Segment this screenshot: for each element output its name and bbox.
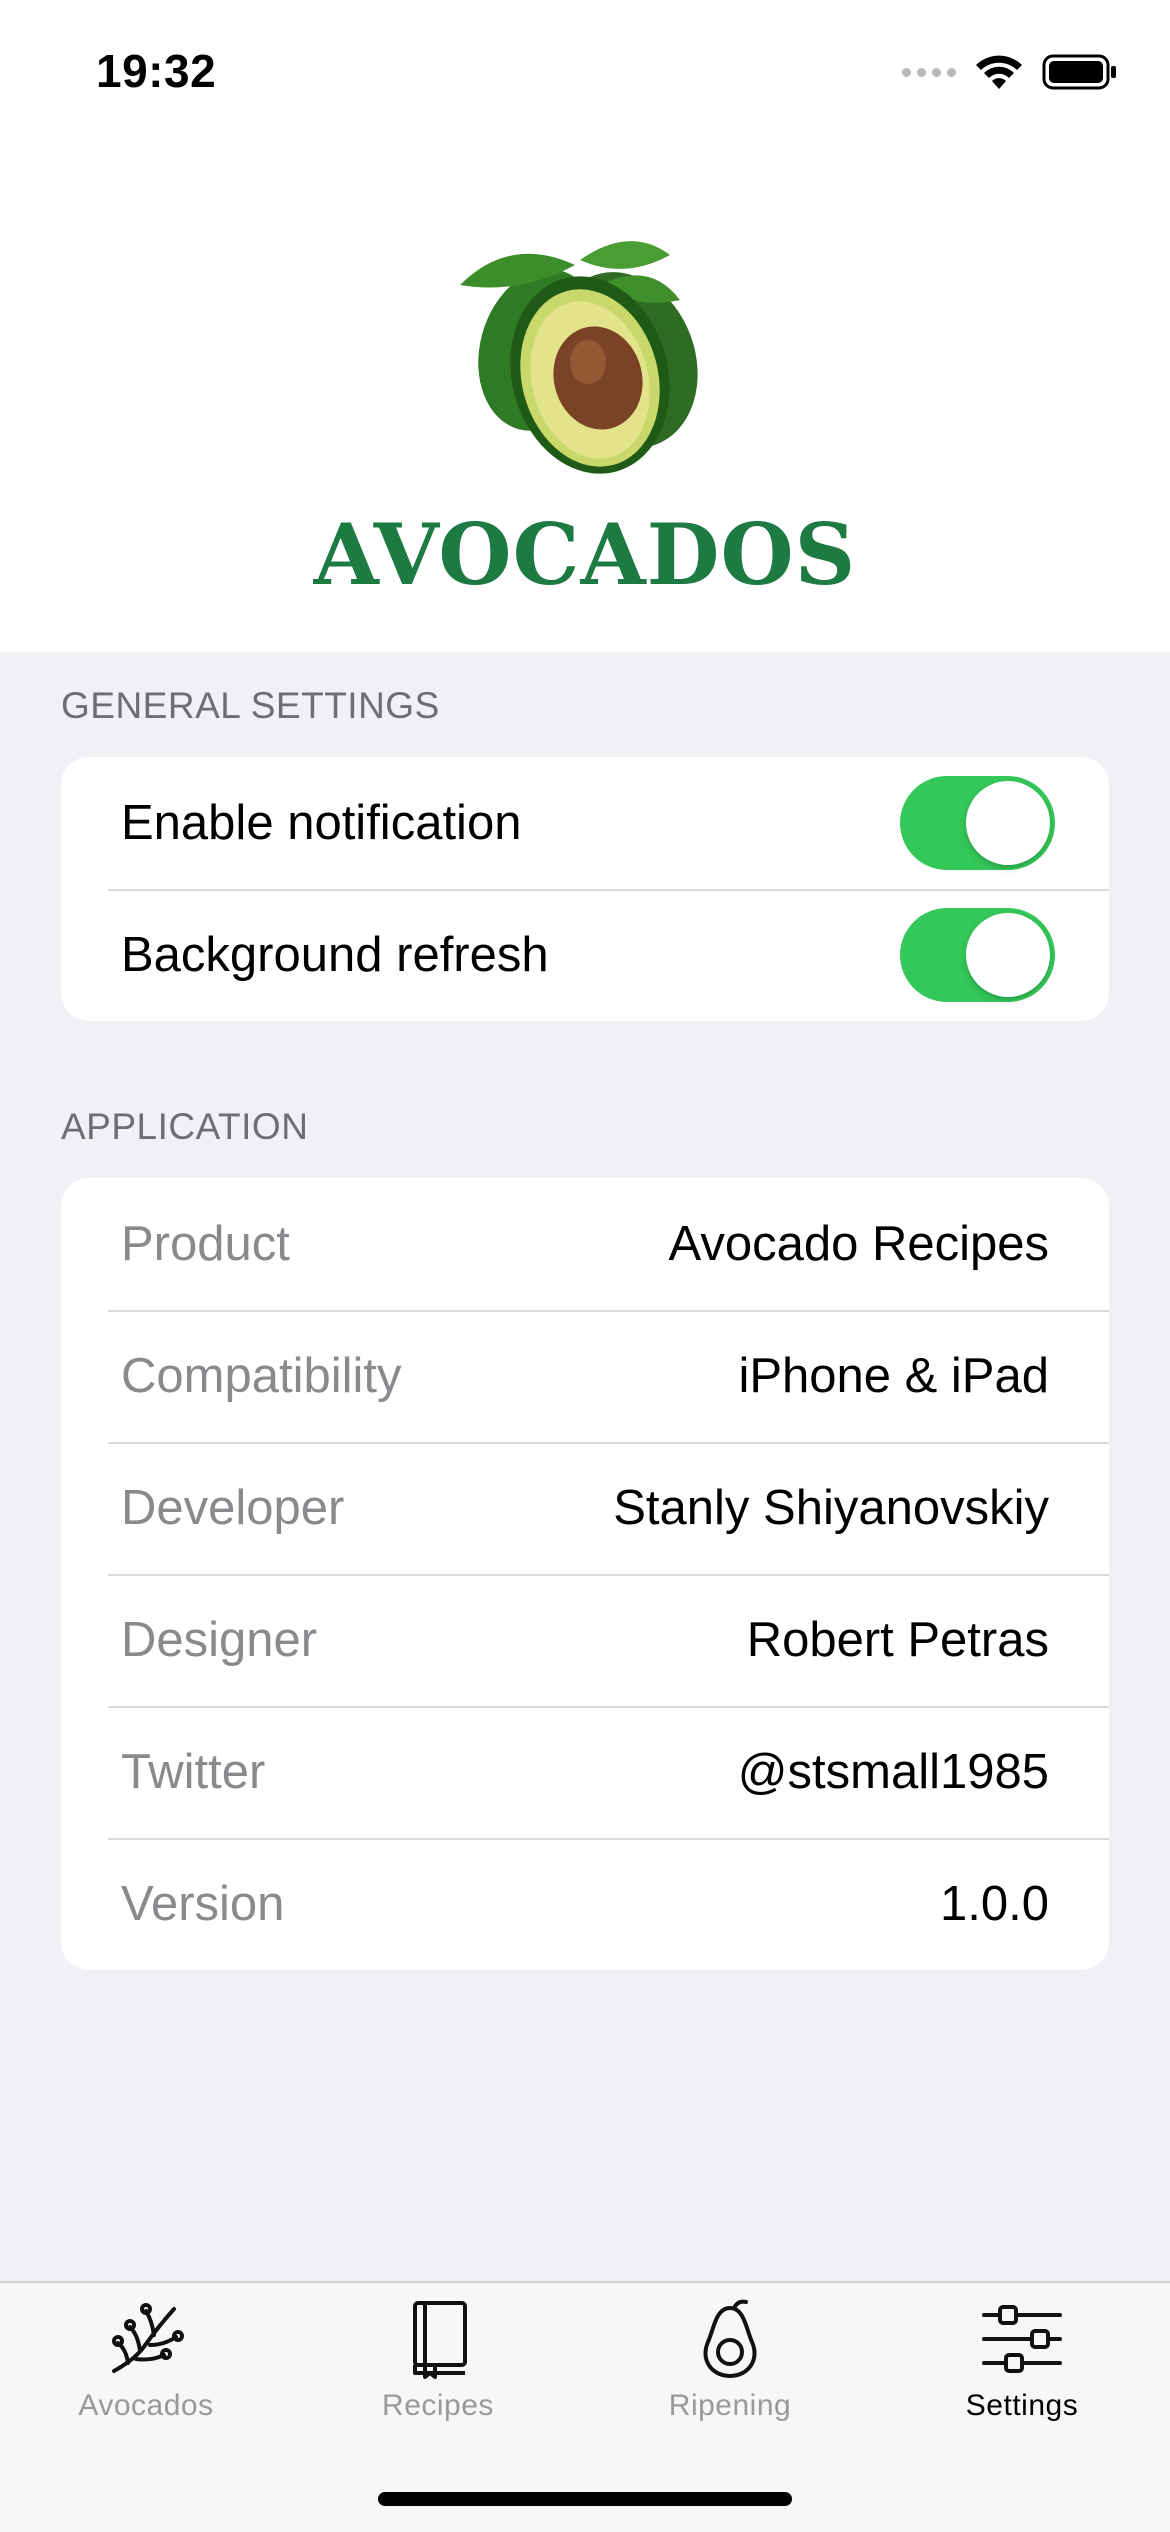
wifi-icon (974, 53, 1024, 91)
notification-label: Enable notification (121, 796, 522, 850)
sliders-icon (980, 2297, 1064, 2381)
tab-avocados[interactable]: Avocados (0, 2283, 292, 2433)
tab-label: Recipes (382, 2389, 494, 2422)
avocado-icon (698, 2297, 762, 2381)
background-refresh-label: Background refresh (121, 928, 549, 982)
tab-label: Avocados (78, 2389, 214, 2422)
avocado-logo (450, 230, 720, 490)
battery-icon (1042, 53, 1118, 91)
status-time: 19:32 (96, 45, 217, 97)
notification-toggle[interactable] (900, 776, 1055, 870)
general-settings-card: Enable notification Background refresh (61, 757, 1109, 1021)
tab-settings[interactable]: Settings (876, 2283, 1168, 2433)
book-icon (403, 2297, 473, 2381)
designer-value: Robert Petras (746, 1613, 1049, 1667)
status-icons (902, 50, 1118, 94)
app-title: AVOCADOS (313, 505, 857, 604)
product-value: Avocado Recipes (668, 1217, 1049, 1271)
compatibility-label: Compatibility (121, 1349, 402, 1403)
compatibility-value: iPhone & iPad (738, 1349, 1049, 1403)
home-indicator (378, 2492, 792, 2506)
info-row-product: Product Avocado Recipes (61, 1178, 1109, 1310)
branch-icon (106, 2297, 186, 2381)
info-row-designer: Designer Robert Petras (61, 1574, 1109, 1706)
section-header-application: APPLICATION (61, 1106, 309, 1147)
product-label: Product (121, 1217, 290, 1271)
background-refresh-row: Background refresh (61, 889, 1109, 1021)
info-row-version: Version 1.0.0 (61, 1838, 1109, 1970)
header-area: 19:32 AVOCADOS (0, 0, 1170, 652)
section-header-general: GENERAL SETTINGS (61, 685, 440, 726)
application-info-card: Product Avocado Recipes Compatibility iP… (61, 1178, 1109, 1970)
twitter-label: Twitter (121, 1745, 266, 1799)
notification-row: Enable notification (61, 757, 1109, 889)
tab-ripening[interactable]: Ripening (584, 2283, 876, 2433)
toggle-knob (966, 913, 1050, 997)
version-value: 1.0.0 (940, 1877, 1049, 1931)
info-row-twitter: Twitter @stsmall1985 (61, 1706, 1109, 1838)
twitter-value: @stsmall1985 (737, 1745, 1049, 1799)
cellular-signal-icon (902, 67, 956, 77)
developer-value: Stanly Shiyanovskiy (613, 1481, 1049, 1535)
info-row-developer: Developer Stanly Shiyanovskiy (61, 1442, 1109, 1574)
toggle-knob (966, 781, 1050, 865)
background-refresh-toggle[interactable] (900, 908, 1055, 1002)
info-row-compatibility: Compatibility iPhone & iPad (61, 1310, 1109, 1442)
tab-recipes[interactable]: Recipes (292, 2283, 584, 2433)
developer-label: Developer (121, 1481, 345, 1535)
tab-label: Settings (965, 2389, 1079, 2422)
tab-label: Ripening (668, 2389, 792, 2422)
designer-label: Designer (121, 1613, 318, 1667)
version-label: Version (121, 1877, 285, 1931)
